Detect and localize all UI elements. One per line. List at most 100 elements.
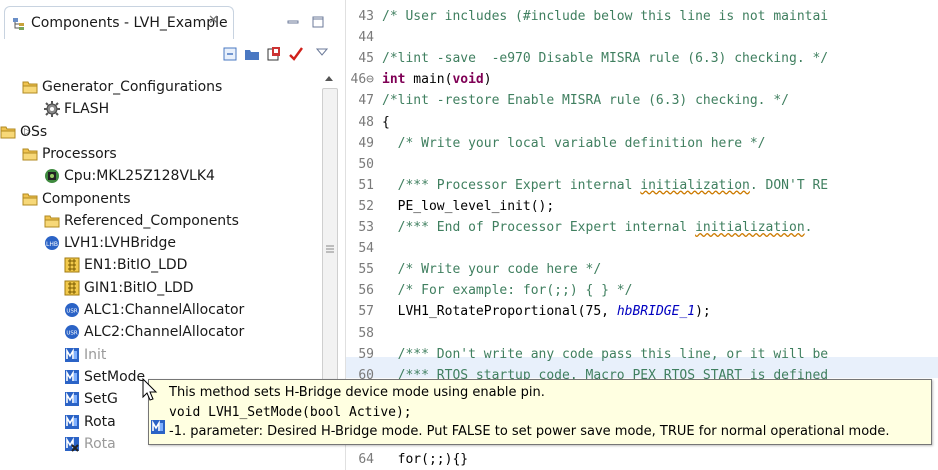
code-token: /*** Processor Expert internal (382, 177, 641, 193)
folder-icon (44, 213, 60, 229)
gear-icon (44, 101, 60, 118)
code-line[interactable]: 54 (346, 238, 382, 259)
svg-text:LHB: LHB (46, 241, 58, 248)
method-icon (64, 414, 80, 430)
components-tab[interactable]: Components - LVH_Example ✕ (4, 6, 234, 39)
code-line[interactable]: 47 /*lint -restore Enable MISRA rule (6.3… (346, 90, 789, 111)
tree-item-label: Referenced_Components (64, 212, 239, 229)
tooltip-description: This method sets H-Bridge device mode us… (169, 385, 545, 400)
code-line[interactable]: 64 for(;;){} (346, 449, 468, 470)
line-number: 50 (358, 156, 374, 172)
tree-item[interactable]: ◢Components (0, 188, 320, 210)
code-line[interactable]: 58 (346, 323, 382, 344)
tree-item[interactable]: EN1:BitIO_LDD (0, 254, 320, 276)
open-folder-icon[interactable] (244, 46, 260, 62)
code-token: PE_low_level_init(); (382, 198, 555, 214)
code-token: LVH1_RotateProportional(75, (382, 304, 617, 320)
code-token: int (382, 72, 406, 88)
code-line[interactable]: 56 /* For example: for(;;) { } */ (346, 280, 632, 301)
code-token: { (382, 114, 390, 130)
code-line[interactable]: 46⊖ int main(void) (346, 69, 492, 90)
tree-item[interactable]: GIN1:BitIO_LDD (0, 277, 320, 299)
line-number: 49 (358, 135, 374, 151)
view-tab-bar: Components - LVH_Example ✕ (0, 0, 345, 39)
tree-item[interactable]: ◢Processors (0, 143, 320, 165)
tree-item-label: Components (42, 190, 131, 207)
tree-item-label: EN1:BitIO_LDD (84, 257, 188, 274)
code-token: /*lint -save -e970 Disable MISRA rule (6… (382, 51, 829, 67)
code-line[interactable]: 59 /*** Don't write any code pass this l… (346, 344, 828, 365)
code-line[interactable]: 52 PE_low_level_init(); (346, 196, 554, 217)
tree-item[interactable]: FLASH (0, 98, 320, 120)
code-line[interactable]: 48 { (346, 112, 390, 133)
code-token: /* Write your local variable definition … (382, 135, 766, 151)
tree-item-label: GIN1:BitIO_LDD (84, 279, 194, 296)
lvh-component-icon: LHB (44, 235, 60, 251)
tree-item[interactable]: ▷Cpu:MKL25Z128VLK4 (0, 165, 320, 187)
code-line[interactable]: 44 (346, 27, 382, 48)
line-number: 54 (358, 241, 374, 257)
tree-item-label: Rota (84, 435, 116, 452)
tree-item-label: ALC1:ChannelAllocator (84, 302, 245, 318)
tree-item[interactable]: USR ALC1:ChannelAllocator (0, 299, 320, 321)
mouse-pointer-icon (142, 377, 158, 402)
line-number: 46⊖ (350, 72, 374, 88)
code-line[interactable]: 43 /* User includes (#include below this … (346, 6, 828, 27)
method-icon (64, 347, 80, 363)
method-icon (64, 369, 80, 385)
code-token: /*lint -restore Enable MISRA rule (6.3) … (382, 93, 789, 109)
code-line[interactable]: 57 LVH1_RotateProportional(75, hbBRIDGE_… (346, 301, 711, 322)
view-menu-icon[interactable] (315, 42, 332, 58)
line-number: 56 (358, 283, 374, 299)
tree-item[interactable]: USR ALC2:ChannelAllocator (0, 321, 320, 343)
tree-item[interactable]: ▷Referenced_Components (0, 210, 320, 232)
component-wizard-icon[interactable] (266, 46, 282, 62)
checkmark-icon[interactable] (288, 46, 304, 62)
tree-item[interactable]: Init (0, 344, 320, 366)
tree-item-label: LVH1:LVHBridge (64, 235, 176, 252)
code-line[interactable]: 49 /* Write your local variable definiti… (346, 133, 766, 154)
code-line[interactable]: 50 (346, 154, 382, 175)
code-token: /* User includes (#include below this li… (382, 9, 829, 24)
code-line[interactable]: 55 /* Write your code here */ (346, 259, 601, 280)
maximize-icon[interactable] (312, 13, 324, 28)
code-token: main( (405, 72, 453, 88)
tree-item-label: SetMode (84, 368, 146, 385)
ldd-component-icon (64, 280, 80, 296)
code-line[interactable]: 51 /*** Processor Expert internal initia… (346, 175, 828, 196)
code-token: /*** End of Processor Expert internal (382, 220, 696, 235)
line-number: 64 (358, 452, 374, 468)
tree-item-label: ALC2:ChannelAllocator (84, 324, 245, 341)
tree-item-label: SetG (84, 391, 118, 408)
svg-text:USR: USR (66, 331, 78, 337)
scroll-up-icon[interactable] (324, 74, 334, 82)
cpu-icon (44, 168, 60, 184)
method-icon (151, 419, 165, 434)
line-number: 43 (358, 9, 374, 24)
code-token: ); (695, 304, 711, 320)
code-token: . DON'T RE (749, 177, 829, 193)
code-token: /* For example: for(;;) { } */ (382, 283, 633, 299)
tooltip-parameter: -1. parameter: Desired H-Bridge mode. Pu… (169, 424, 890, 439)
tree-item[interactable]: ◢Generator_Configurations (0, 76, 320, 98)
collapse-all-icon[interactable] (222, 46, 238, 62)
method-tooltip: This method sets H-Bridge device mode us… (148, 379, 932, 445)
code-line[interactable]: 45 /*lint -save -e970 Disable MISRA rule … (346, 48, 828, 69)
tree-item-label: OSs (20, 123, 48, 140)
code-token: . (804, 220, 813, 235)
line-number: 59 (358, 346, 374, 362)
code-token: hbBRIDGE_1 (616, 304, 696, 320)
code-token: /*** Don't write any code pass this line… (382, 346, 829, 362)
minimize-icon[interactable] (287, 13, 299, 25)
code-token: void (452, 72, 484, 88)
code-line[interactable]: 53 /*** End of Processor Expert internal… (346, 217, 812, 238)
line-number: 57 (358, 304, 374, 320)
tree-item[interactable]: ◢LHBLVH1:LVHBridge (0, 232, 320, 254)
folder-icon (22, 146, 38, 162)
tree-item-label: Processors (42, 145, 117, 162)
tree-item[interactable]: ▷ OSs (0, 121, 320, 143)
tree-item-label: Rota (84, 413, 116, 430)
tooltip-signature: void LVH1_SetMode(bool Active); (169, 405, 412, 420)
user-component-icon: USR (64, 302, 80, 318)
close-icon[interactable]: ✕ (208, 13, 219, 28)
